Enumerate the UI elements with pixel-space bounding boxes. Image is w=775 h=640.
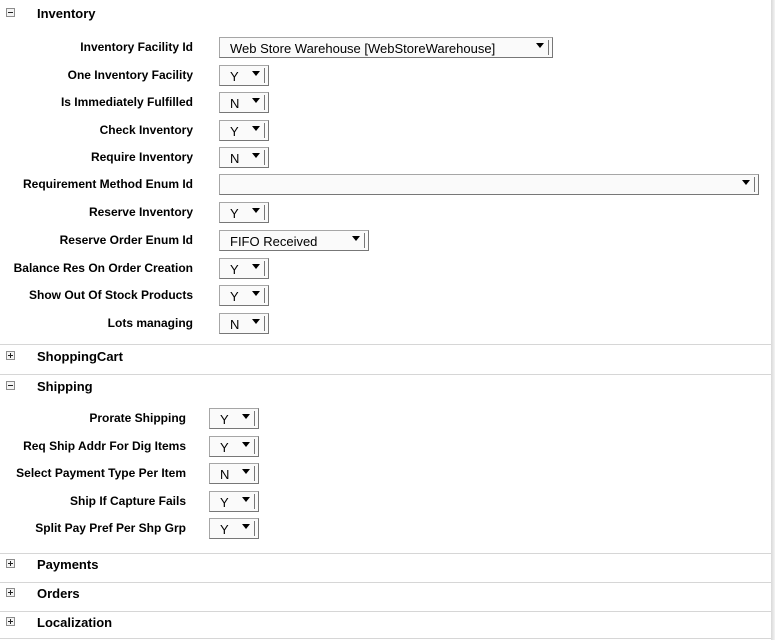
plus-icon[interactable] — [6, 588, 15, 597]
section-title-payments: Payments — [37, 557, 99, 572]
chevron-down-icon — [252, 291, 260, 296]
select-value: N — [230, 96, 240, 111]
section-header-inventory[interactable]: Inventory — [0, 0, 771, 27]
chevron-down-icon — [352, 236, 360, 241]
section-title-localization: Localization — [37, 615, 113, 630]
check-inventory-select[interactable]: Y — [219, 120, 269, 141]
plus-icon[interactable] — [6, 559, 15, 568]
chevron-down-icon — [242, 442, 250, 447]
requirement-method-enum-id-select[interactable] — [219, 174, 759, 195]
chevron-down-icon — [252, 208, 260, 213]
chevron-down-icon — [742, 180, 750, 185]
field-row-requirement-method-enum-id: Requirement Method Enum Id — [0, 174, 771, 201]
field-label: Lots managing — [107, 316, 193, 330]
chevron-down-icon — [252, 264, 260, 269]
select-value: N — [230, 151, 240, 166]
select-value: Y — [230, 262, 239, 277]
chevron-down-icon — [252, 98, 260, 103]
balance-res-on-order-creation-select[interactable]: Y — [219, 258, 269, 279]
field-row-ship-if-capture-fails: Ship If Capture Fails Y — [0, 491, 771, 518]
minus-icon[interactable] — [6, 381, 15, 390]
select-value: N — [230, 317, 240, 332]
field-row-req-ship-addr-for-dig-items: Req Ship Addr For Dig Items Y — [0, 436, 771, 463]
chevron-down-icon — [536, 43, 544, 48]
field-row-reserve-inventory: Reserve Inventory Y — [0, 202, 771, 229]
section-header-orders[interactable]: Orders — [0, 580, 771, 607]
field-row-check-inventory: Check Inventory Y — [0, 120, 771, 147]
section-header-localization[interactable]: Localization — [0, 609, 771, 636]
section-header-payments[interactable]: Payments — [0, 551, 771, 578]
field-row-require-inventory: Require Inventory N — [0, 147, 771, 174]
field-label: Is Immediately Fulfilled — [60, 95, 193, 109]
reserve-order-enum-id-select[interactable]: FIFO Received — [219, 230, 369, 251]
select-value: FIFO Received — [230, 234, 318, 249]
chevron-down-icon — [252, 319, 260, 324]
field-row-is-immediately-fulfilled: Is Immediately Fulfilled N — [0, 92, 771, 119]
field-label: Ship If Capture Fails — [69, 494, 186, 508]
is-immediately-fulfilled-select[interactable]: N — [219, 92, 269, 113]
plus-icon[interactable] — [6, 617, 15, 626]
split-pay-pref-per-shp-grp-select[interactable]: Y — [209, 518, 259, 539]
field-label: Req Ship Addr For Dig Items — [23, 439, 186, 453]
field-row-one-inventory-facility: One Inventory Facility Y — [0, 65, 771, 92]
field-label: One Inventory Facility — [67, 68, 193, 82]
field-row-balance-res-on-order-creation: Balance Res On Order Creation Y — [0, 258, 771, 285]
select-payment-type-per-item-select[interactable]: N — [209, 463, 259, 484]
field-label: Require Inventory — [90, 150, 193, 164]
field-label: Reserve Order Enum Id — [59, 233, 193, 247]
select-value: Y — [230, 289, 239, 304]
inventory-facility-id-select[interactable]: Web Store Warehouse [WebStoreWarehouse] — [219, 37, 553, 58]
reserve-inventory-select[interactable]: Y — [219, 202, 269, 223]
chevron-down-icon — [242, 524, 250, 529]
section-title-inventory: Inventory — [37, 6, 96, 21]
section-title-orders: Orders — [37, 586, 80, 601]
window-edge-shadow — [771, 0, 775, 640]
req-ship-addr-for-dig-items-select[interactable]: Y — [209, 436, 259, 457]
select-value: Web Store Warehouse [WebStoreWarehouse] — [230, 41, 496, 56]
field-label: Check Inventory — [99, 123, 193, 137]
field-label: Select Payment Type Per Item — [16, 466, 186, 480]
select-value: N — [220, 467, 230, 482]
field-row-show-out-of-stock-products: Show Out Of Stock Products Y — [0, 285, 771, 312]
field-label: Prorate Shipping — [89, 411, 186, 425]
field-label: Requirement Method Enum Id — [22, 177, 193, 191]
minus-icon[interactable] — [6, 8, 15, 17]
select-value: Y — [220, 440, 229, 455]
chevron-down-icon — [252, 126, 260, 131]
field-label: Split Pay Pref Per Shp Grp — [35, 521, 186, 535]
chevron-down-icon — [242, 497, 250, 502]
lots-managing-select[interactable]: N — [219, 313, 269, 334]
select-value: Y — [220, 522, 229, 537]
chevron-down-icon — [242, 414, 250, 419]
ship-if-capture-fails-select[interactable]: Y — [209, 491, 259, 512]
field-row-select-payment-type-per-item: Select Payment Type Per Item N — [0, 463, 771, 490]
select-value: Y — [230, 124, 239, 139]
one-inventory-facility-select[interactable]: Y — [219, 65, 269, 86]
section-title-shopping-cart: ShoppingCart — [37, 349, 123, 364]
section-header-shopping-cart[interactable]: ShoppingCart — [0, 343, 771, 370]
section-title-shipping: Shipping — [37, 379, 93, 394]
show-out-of-stock-products-select[interactable]: Y — [219, 285, 269, 306]
plus-icon[interactable] — [6, 351, 15, 360]
field-row-reserve-order-enum-id: Reserve Order Enum Id FIFO Received — [0, 230, 771, 257]
field-label: Reserve Inventory — [88, 205, 193, 219]
require-inventory-select[interactable]: N — [219, 147, 269, 168]
field-label: Inventory Facility Id — [80, 40, 193, 54]
field-label: Show Out Of Stock Products — [28, 288, 193, 302]
field-label: Balance Res On Order Creation — [13, 261, 193, 275]
prorate-shipping-select[interactable]: Y — [209, 408, 259, 429]
field-row-split-pay-pref-per-shp-grp: Split Pay Pref Per Shp Grp Y — [0, 518, 771, 545]
select-value: Y — [220, 412, 229, 427]
section-header-shipping[interactable]: Shipping — [0, 373, 771, 400]
select-value: Y — [220, 495, 229, 510]
field-row-lots-managing: Lots managing N — [0, 313, 771, 340]
select-value: Y — [230, 69, 239, 84]
field-row-prorate-shipping: Prorate Shipping Y — [0, 408, 771, 435]
chevron-down-icon — [242, 469, 250, 474]
select-value: Y — [230, 206, 239, 221]
chevron-down-icon — [252, 153, 260, 158]
section-divider — [0, 638, 771, 639]
field-row-inventory-facility-id: Inventory Facility Id Web Store Warehous… — [0, 37, 771, 64]
chevron-down-icon — [252, 71, 260, 76]
